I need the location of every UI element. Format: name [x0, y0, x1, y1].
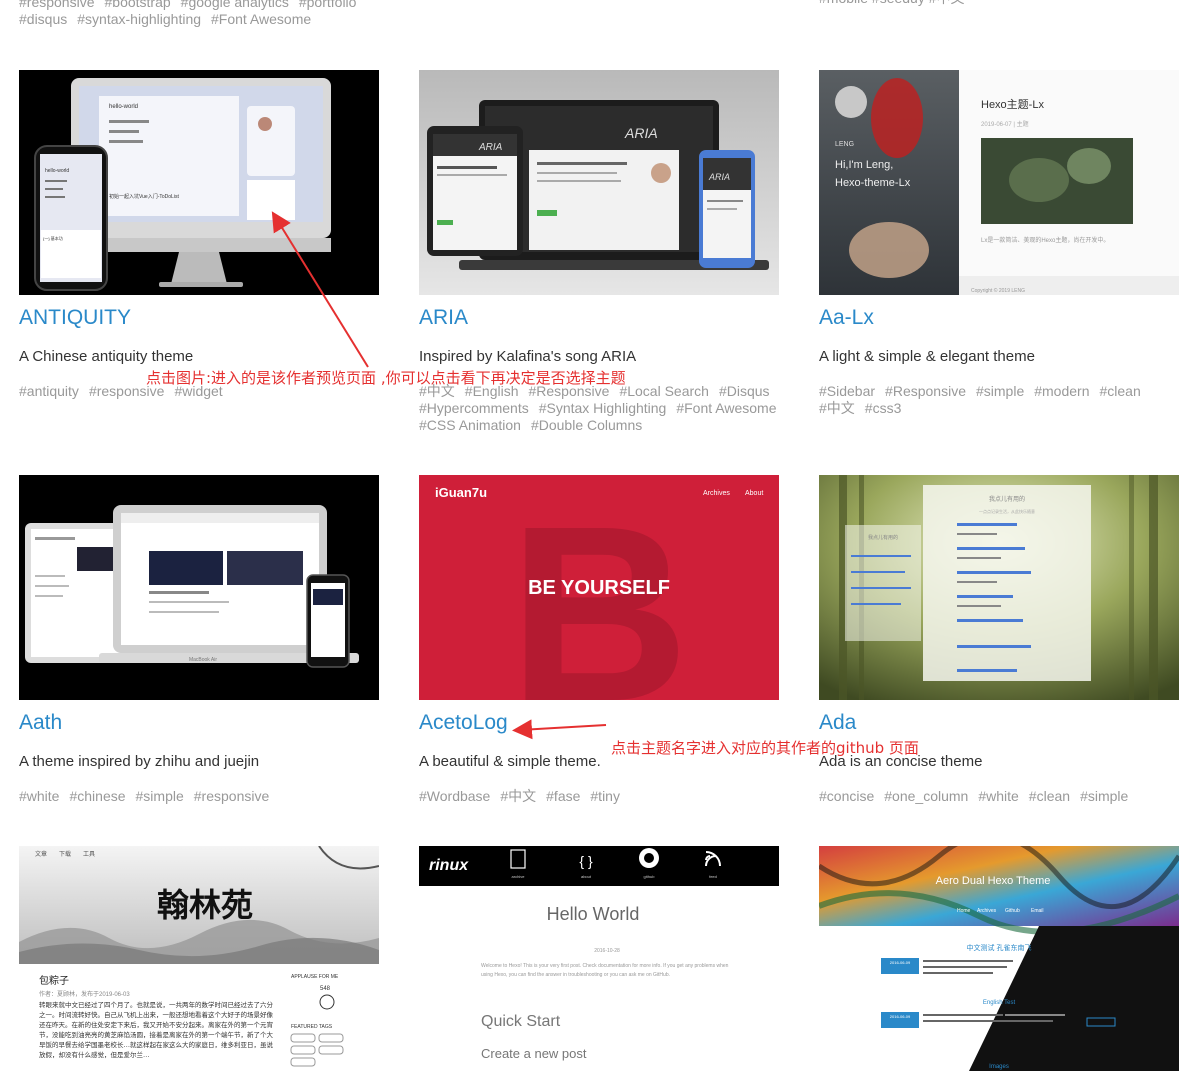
title-annotation-text: 点击主题名字进入对应的其作者的github 页面: [611, 739, 919, 757]
image-annotation-text: 点击图片:进入的是该作者预览页面 ,你可以点击看下再决定是否选择主题: [146, 369, 626, 387]
image-annotation-arrow: [271, 211, 369, 368]
title-annotation-arrow: [512, 719, 607, 740]
annotation-arrows: [271, 211, 607, 740]
